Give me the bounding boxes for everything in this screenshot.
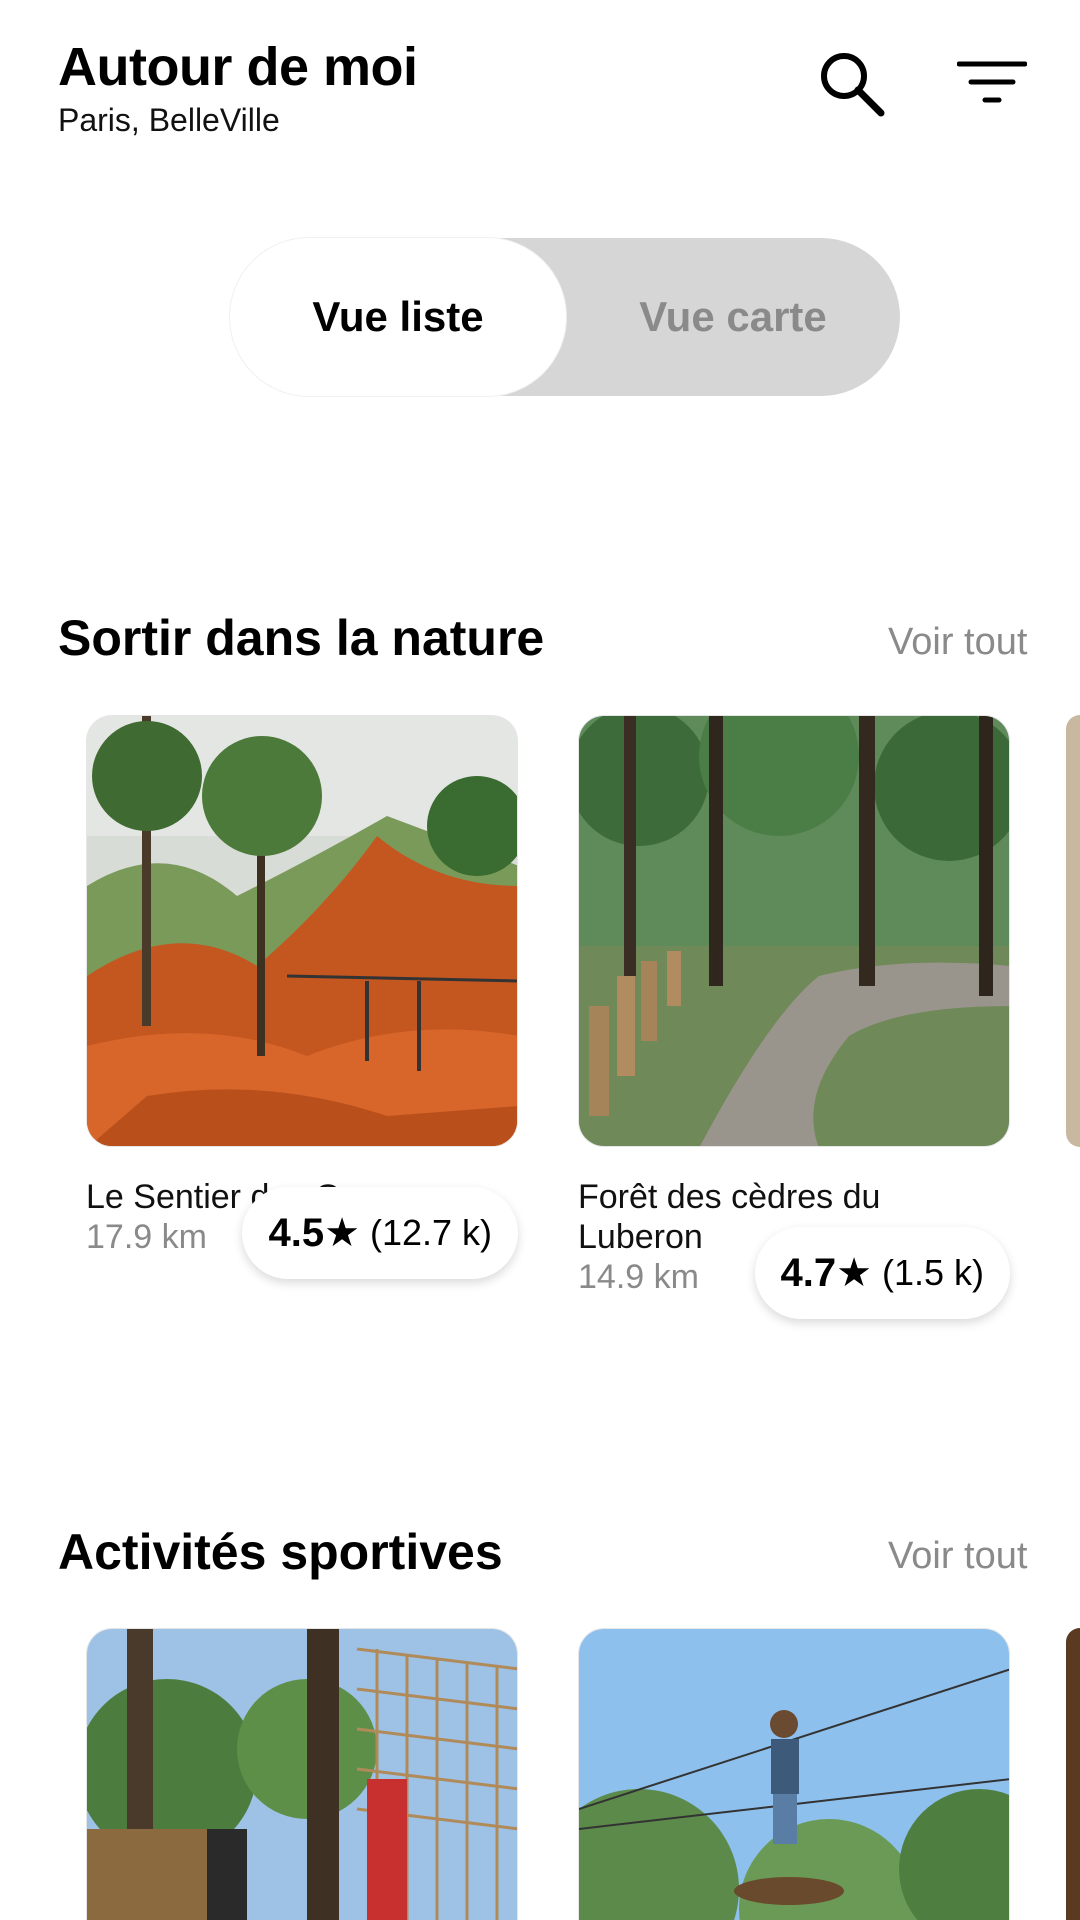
list-view-button[interactable]: Vue liste <box>230 238 566 396</box>
star-icon: ★ <box>324 1211 360 1255</box>
map-view-button[interactable]: Vue carte <box>566 238 900 396</box>
view-toggle: Vue liste Vue carte <box>230 238 900 396</box>
filter-icon <box>957 61 1027 103</box>
rating-badge: 4.7 ★ (1.5 k) <box>754 1227 1010 1319</box>
page-title: Autour de moi <box>58 37 418 97</box>
rating-badge: 4.5 ★ (12.7 k) <box>242 1187 518 1279</box>
review-count: (1.5 k) <box>881 1252 984 1293</box>
place-card[interactable]: 4.7 ★ (1.5 k) Forêt des cèdres du Lubero… <box>578 715 1010 1319</box>
filter-button[interactable] <box>952 44 1032 124</box>
search-button[interactable] <box>812 44 892 124</box>
see-all-nature-link[interactable]: Voir tout <box>888 620 1027 664</box>
rating-value: 4.5 <box>268 1210 325 1255</box>
activity-card[interactable] <box>86 1628 518 1920</box>
see-all-sports-link[interactable]: Voir tout <box>888 1534 1027 1578</box>
place-photo <box>578 715 1010 1147</box>
activity-photo <box>578 1628 1010 1920</box>
star-icon: ★ <box>836 1251 872 1295</box>
activity-card[interactable] <box>578 1628 1010 1920</box>
place-card[interactable]: 4.5 ★ (12.7 k) Le Sentier des Ocres 17.9… <box>86 715 518 1279</box>
search-icon <box>821 53 885 117</box>
section-title-nature: Sortir dans la nature <box>58 610 545 666</box>
place-card-peek[interactable] <box>1066 715 1080 1147</box>
section-title-sports: Activités sportives <box>58 1524 503 1580</box>
review-count: (12.7 k) <box>369 1212 492 1253</box>
activity-photo <box>86 1628 518 1920</box>
rating-value: 4.7 <box>780 1250 837 1295</box>
activity-card-peek[interactable] <box>1066 1628 1080 1920</box>
location-subtitle: Paris, BelleVille <box>58 102 280 138</box>
place-photo <box>86 715 518 1147</box>
